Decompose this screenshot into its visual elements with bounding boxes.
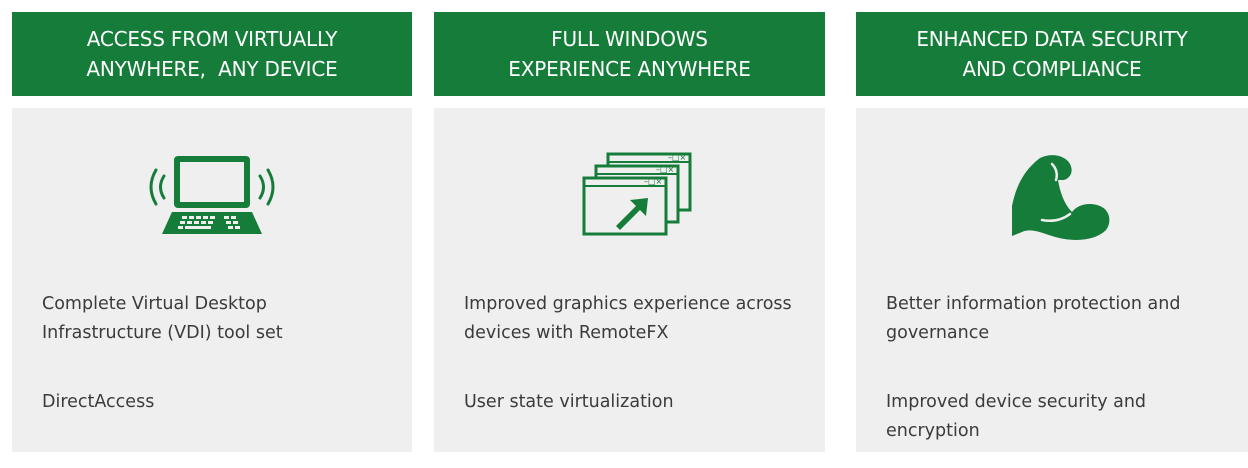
column-data-security: ENHANCED DATA SECURITY AND COMPLIANCE Be… <box>856 12 1248 452</box>
feature-item: User state virtualization <box>464 392 674 412</box>
feature-card: Complete Virtual Desktop Infrastructure … <box>12 108 412 452</box>
feature-card: –□× –□× –□× Improved graphics experience… <box>434 108 825 452</box>
svg-text:–□×: –□× <box>644 177 662 186</box>
column-heading: ACCESS FROM VIRTUALLY ANYWHERE, ANY DEVI… <box>12 12 412 96</box>
feature-item: Improved graphics experience across devi… <box>464 294 792 343</box>
column-heading: ENHANCED DATA SECURITY AND COMPLIANCE <box>856 12 1248 96</box>
feature-card: Better information protection and govern… <box>856 108 1248 452</box>
heading-line: FULL WINDOWS <box>551 27 708 51</box>
svg-text:–□×: –□× <box>668 153 686 162</box>
heading-line: EXPERIENCE ANYWHERE <box>508 57 751 81</box>
column-access-anywhere: ACCESS FROM VIRTUALLY ANYWHERE, ANY DEVI… <box>12 12 412 452</box>
heading-line: AND COMPLIANCE <box>962 57 1142 81</box>
heading-line: ACCESS FROM VIRTUALLY <box>86 27 338 51</box>
feature-item: Complete Virtual Desktop Infrastructure … <box>42 294 283 343</box>
column-full-windows: FULL WINDOWS EXPERIENCE ANYWHERE –□× –□×… <box>434 12 825 452</box>
column-heading: FULL WINDOWS EXPERIENCE ANYWHERE <box>434 12 825 96</box>
stacked-windows-icon: –□× –□× –□× <box>582 152 691 236</box>
feature-item: Better information protection and govern… <box>886 294 1181 343</box>
wireless-laptop-icon <box>149 156 275 234</box>
flexed-arm-icon <box>1012 155 1110 240</box>
heading-line: ANYWHERE, ANY DEVICE <box>86 57 338 81</box>
svg-text:–□×: –□× <box>656 165 674 174</box>
feature-item: DirectAccess <box>42 392 155 412</box>
heading-line: ENHANCED DATA SECURITY <box>916 27 1188 51</box>
feature-item: Improved device security and encryption <box>886 392 1147 441</box>
